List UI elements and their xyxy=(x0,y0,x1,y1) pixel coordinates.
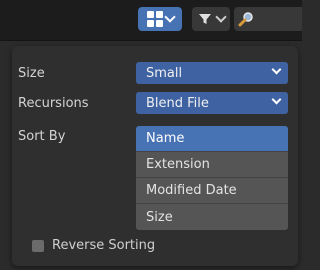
filter-button[interactable] xyxy=(192,7,230,31)
reverse-sorting-checkbox[interactable] xyxy=(32,239,44,252)
sort-by-label: Sort By xyxy=(18,129,66,144)
size-dropdown-value: Small xyxy=(146,65,183,81)
chevron-down-icon xyxy=(214,11,227,23)
search-button[interactable] xyxy=(234,7,302,31)
recursions-label: Recursions xyxy=(18,96,89,111)
sort-option-name[interactable]: Name xyxy=(136,126,288,152)
display-mode-button[interactable] xyxy=(138,7,182,31)
chevron-down-icon xyxy=(163,11,176,23)
chevron-down-icon xyxy=(271,94,282,105)
sort-by-options: Name Extension Modified Date Size xyxy=(136,126,288,230)
search-icon xyxy=(238,12,253,27)
header-toolbar xyxy=(0,0,302,41)
filter-icon xyxy=(198,14,211,24)
sort-option-extension[interactable]: Extension xyxy=(136,152,288,178)
recursions-dropdown[interactable]: Blend File xyxy=(136,92,288,114)
sort-option-size[interactable]: Size xyxy=(136,204,288,230)
size-dropdown[interactable]: Small xyxy=(136,62,288,84)
chevron-down-icon xyxy=(271,64,282,75)
recursions-dropdown-value: Blend File xyxy=(146,95,209,111)
display-mode-grid-icon xyxy=(146,11,163,27)
size-label: Size xyxy=(18,66,45,81)
sort-option-modified-date[interactable]: Modified Date xyxy=(136,178,288,204)
reverse-sorting-toggle[interactable]: Reverse Sorting xyxy=(32,238,155,253)
reverse-sorting-label: Reverse Sorting xyxy=(52,238,156,253)
